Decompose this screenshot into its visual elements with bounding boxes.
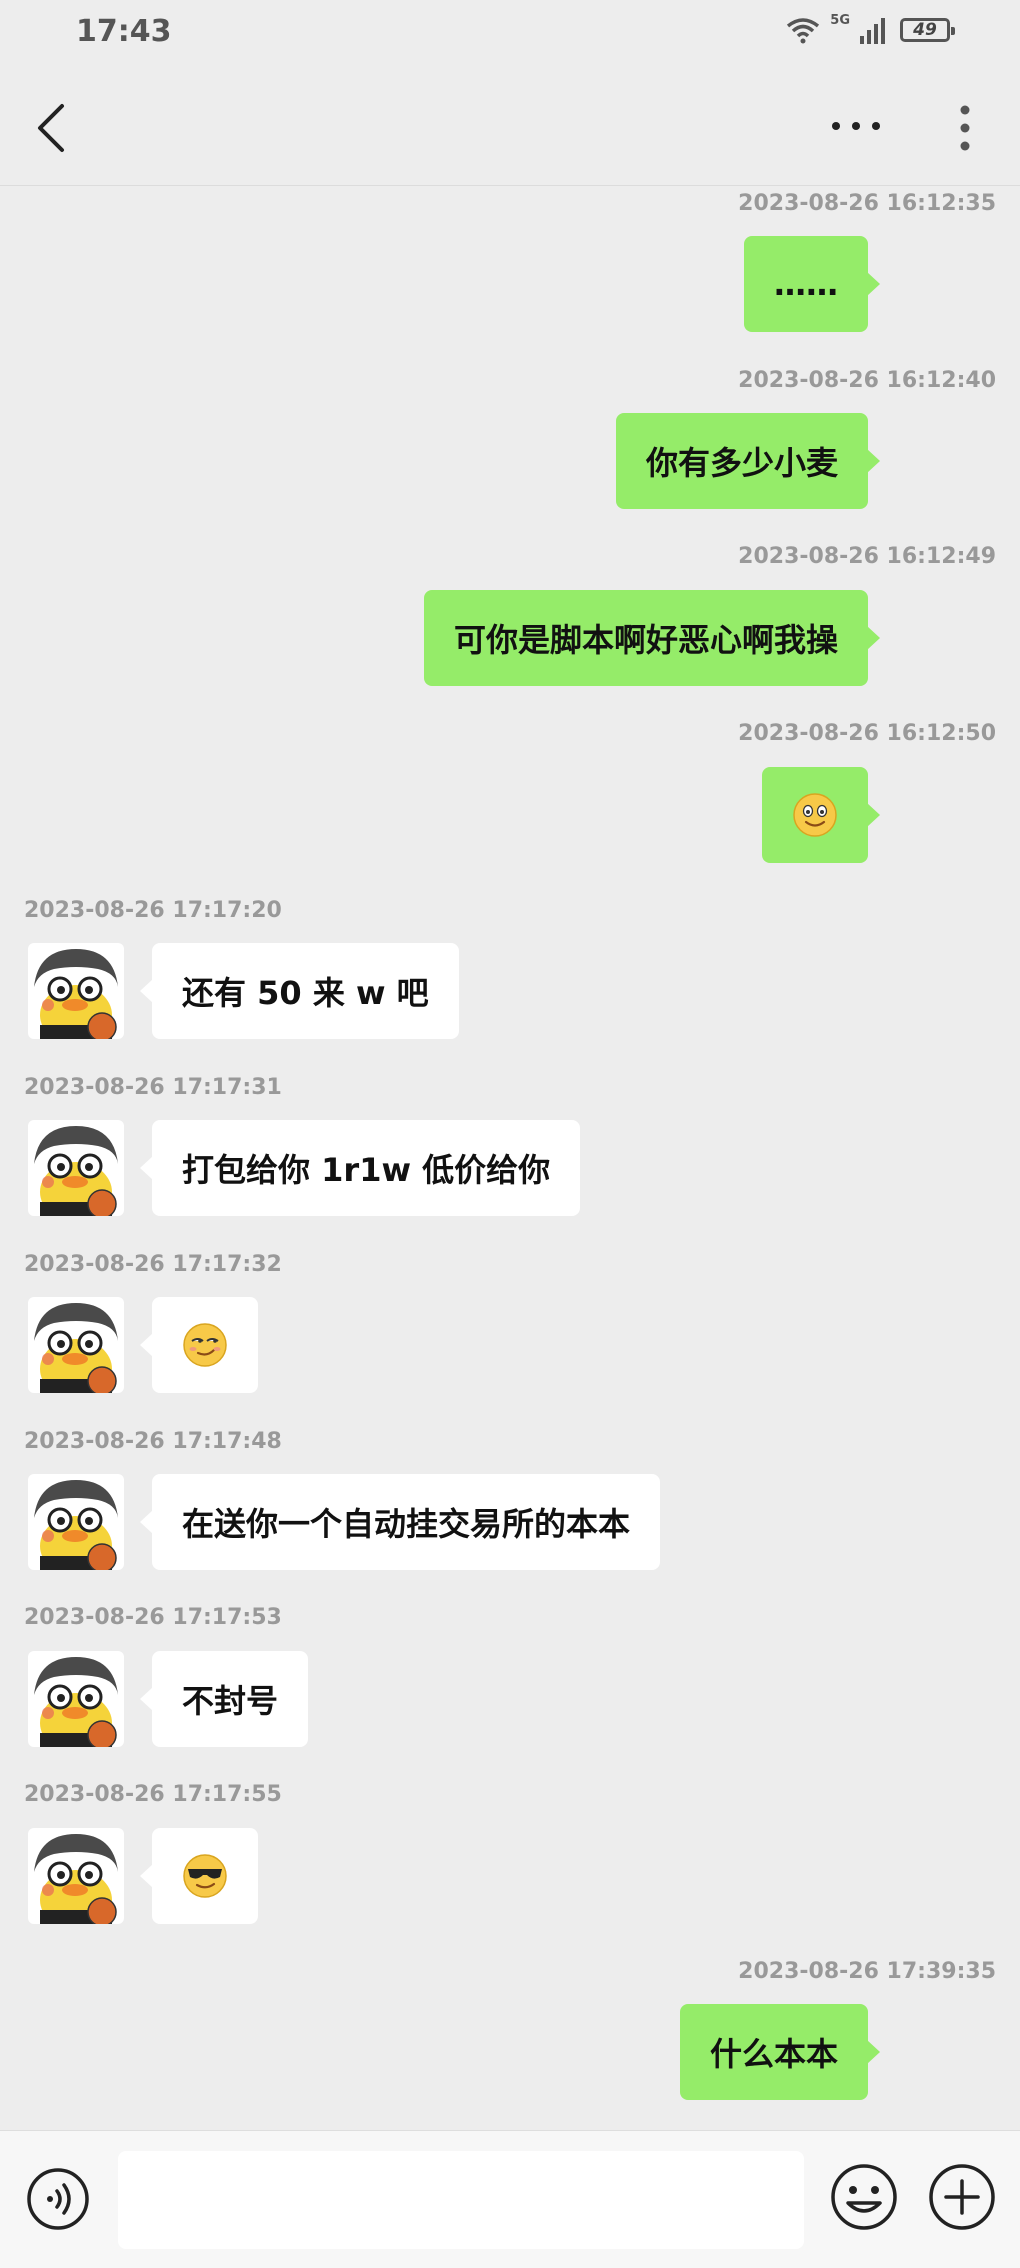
message-bubble-outgoing[interactable]: …… xyxy=(744,236,880,332)
message-bubble-outgoing[interactable]: 可你是脚本啊好恶心啊我操 xyxy=(423,590,881,686)
back-button[interactable] xyxy=(28,100,76,156)
duck-avatar-image xyxy=(34,1126,118,1216)
message-timestamp: 2023-08-26 17:17:20 xyxy=(24,898,282,923)
message-timestamp: 2023-08-26 17:17:32 xyxy=(24,1252,282,1277)
more-button[interactable] xyxy=(828,106,884,146)
message-timestamp: 2023-08-26 17:39:35 xyxy=(738,1959,996,1984)
duck-avatar-image xyxy=(34,949,118,1039)
voice-icon xyxy=(27,2168,89,2230)
duck-avatar-image xyxy=(34,1834,118,1924)
input-bar xyxy=(0,2130,1020,2268)
more-actions-button[interactable] xyxy=(928,2163,996,2231)
contact-avatar[interactable] xyxy=(28,1651,124,1747)
duck-avatar-image xyxy=(34,1657,118,1747)
message-bubble-incoming[interactable] xyxy=(140,1828,258,1924)
message-bubble-outgoing[interactable]: 什么本本 xyxy=(679,2004,881,2100)
message-bubble-incoming[interactable]: 在送你一个自动挂交易所的本本 xyxy=(139,1474,661,1570)
message-bubble-incoming[interactable]: 不封号 xyxy=(139,1651,309,1747)
message-timestamp: 2023-08-26 17:17:31 xyxy=(24,1075,282,1100)
vertical-dots-icon xyxy=(960,105,970,151)
emoji-button[interactable] xyxy=(830,2163,898,2231)
message-input[interactable] xyxy=(118,2151,804,2249)
duck-avatar-image xyxy=(34,1303,118,1393)
message-bubble-outgoing[interactable] xyxy=(762,767,880,863)
message-timestamp: 2023-08-26 17:17:55 xyxy=(24,1782,282,1807)
chat-header xyxy=(0,70,1020,186)
message-timestamp: 2023-08-26 16:12:49 xyxy=(738,544,996,569)
message-timestamp: 2023-08-26 17:17:48 xyxy=(24,1429,282,1454)
chevron-left-icon xyxy=(38,104,64,152)
wifi-icon xyxy=(787,18,820,44)
emoji-icon xyxy=(831,2164,897,2230)
message-bubble-incoming[interactable]: 还有 50 来 w 吧 xyxy=(140,943,459,1039)
contact-avatar[interactable] xyxy=(28,1828,124,1924)
battery-level: 49 xyxy=(913,20,937,40)
duck-avatar-image xyxy=(34,1480,118,1570)
battery-icon: 49 xyxy=(900,18,955,42)
ellipsis-icon xyxy=(832,122,880,130)
message-bubble-incoming[interactable]: 打包给你 1r1w 低价给你 xyxy=(139,1120,581,1216)
plus-icon xyxy=(929,2164,995,2230)
message-timestamp: 2023-08-26 16:12:35 xyxy=(738,191,996,216)
message-bubble-incoming[interactable] xyxy=(140,1297,258,1393)
sunglasses-emoji-icon xyxy=(183,1854,227,1898)
message-timestamp: 2023-08-26 16:12:40 xyxy=(738,368,996,393)
status-bar: 17:43 5G 49 xyxy=(0,0,1020,70)
status-icons: 5G 49 xyxy=(786,12,955,44)
contact-avatar[interactable] xyxy=(28,943,124,1039)
message-timestamp: 2023-08-26 16:12:50 xyxy=(738,721,996,746)
signal-icon xyxy=(860,18,885,44)
message-bubble-outgoing[interactable]: 你有多少小麦 xyxy=(615,413,881,509)
smile-emoji-icon xyxy=(793,793,837,837)
status-time: 17:43 xyxy=(76,14,172,49)
voice-button[interactable] xyxy=(26,2167,90,2231)
message-timestamp: 2023-08-26 17:17:53 xyxy=(24,1605,282,1630)
network-type: 5G xyxy=(830,12,850,28)
contact-avatar[interactable] xyxy=(28,1474,124,1570)
contact-avatar[interactable] xyxy=(28,1120,124,1216)
contact-avatar[interactable] xyxy=(28,1297,124,1393)
smirk-emoji-icon xyxy=(183,1323,227,1367)
menu-button[interactable] xyxy=(945,100,985,156)
